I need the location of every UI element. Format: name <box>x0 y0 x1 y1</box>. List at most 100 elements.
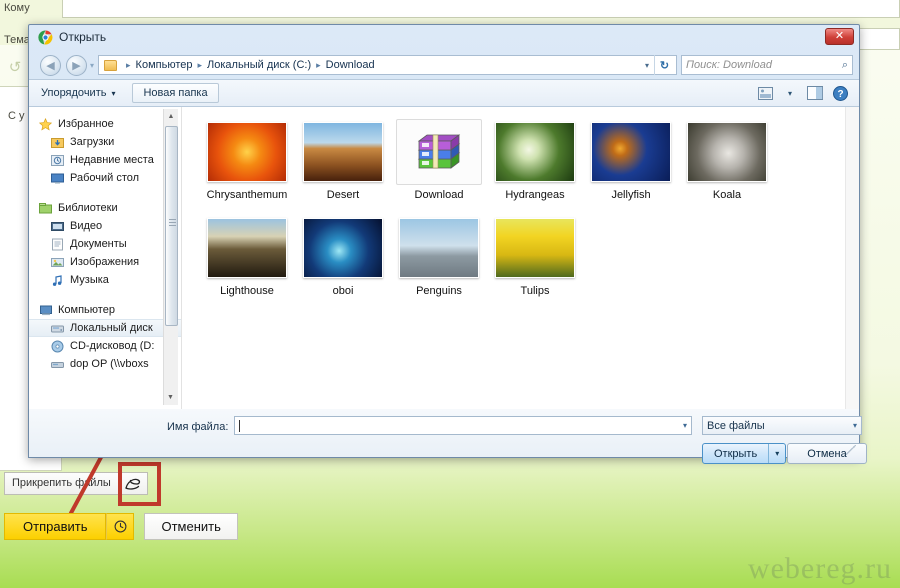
breadcrumb-item-download[interactable]: Download <box>326 59 375 71</box>
file-item[interactable]: Download <box>391 119 487 201</box>
file-item[interactable]: Tulips <box>487 215 583 297</box>
file-thumbnail-wrap[interactable] <box>588 119 674 185</box>
file-thumbnail-wrap[interactable] <box>300 119 386 185</box>
chevron-down-icon[interactable]: ▾ <box>90 61 94 70</box>
file-thumbnail-wrap[interactable] <box>492 119 578 185</box>
sidebar-item-documents[interactable]: Документы <box>29 235 181 253</box>
file-thumbnail-wrap[interactable] <box>396 119 482 185</box>
scroll-up-icon[interactable]: ▲ <box>164 109 178 124</box>
file-thumbnail-wrap[interactable] <box>204 119 290 185</box>
sidebar-item-local-disk[interactable]: Локальный диск <box>29 319 181 337</box>
open-button[interactable]: Открыть ▾ <box>702 443 787 464</box>
music-icon <box>52 274 62 286</box>
sidebar-label: Компьютер <box>58 304 115 316</box>
undo-arrow-icon[interactable]: ↺ <box>6 60 24 76</box>
sidebar-item-video[interactable]: Видео <box>29 217 181 235</box>
sidebar-item-downloads[interactable]: Загрузки <box>29 133 181 151</box>
file-name: Desert <box>326 189 360 201</box>
refresh-icon[interactable]: ↻ <box>654 55 674 75</box>
file-thumbnail-wrap[interactable] <box>300 215 386 281</box>
file-name: oboi <box>332 285 354 297</box>
file-thumbnail-chrysanthemum <box>207 122 287 182</box>
file-thumbnail-lighthouse <box>207 218 287 278</box>
close-icon[interactable]: ✕ <box>825 28 854 45</box>
file-item[interactable]: Desert <box>295 119 391 201</box>
search-input[interactable]: Поиск: Download ⌕ <box>681 55 853 75</box>
sidebar-item-favorites[interactable]: Избранное <box>29 115 181 133</box>
send-button[interactable]: Отправить <box>4 513 107 540</box>
help-icon[interactable]: ? <box>829 83 851 103</box>
filename-input[interactable]: ▾ <box>234 416 692 435</box>
file-item[interactable]: Chrysanthemum <box>199 119 295 201</box>
dialog-titlebar[interactable]: Открыть ✕ <box>29 25 859 51</box>
file-list-pane: Chrysanthemum Desert Download Hydrangeas… <box>181 107 859 409</box>
file-grid: Chrysanthemum Desert Download Hydrangeas… <box>199 119 859 311</box>
hdd-icon <box>51 325 64 332</box>
file-pane-scrollbar[interactable] <box>845 107 859 409</box>
breadcrumb-dropdown-icon[interactable]: ▾ <box>645 61 654 70</box>
preview-pane-icon[interactable] <box>804 83 826 103</box>
breadcrumb-item-local-disk[interactable]: Локальный диск (C:) <box>207 59 311 71</box>
sidebar-item-libraries[interactable]: Библиотеки <box>29 199 181 217</box>
sidebar-label: Видео <box>70 220 103 232</box>
site-watermark: webereg.ru <box>747 552 892 585</box>
sidebar-label: Библиотеки <box>58 202 118 214</box>
sidebar-label: Загрузки <box>70 136 115 148</box>
sidebar-item-pictures[interactable]: Изображения <box>29 253 181 271</box>
sidebar-item-network-drive[interactable]: dop OP (\\vboxs <box>29 355 181 373</box>
file-thumbnail-penguins <box>399 218 479 278</box>
file-thumbnail-wrap[interactable] <box>396 215 482 281</box>
to-field-label: Кому <box>4 2 30 14</box>
open-label: Открыть <box>714 447 758 460</box>
file-item[interactable]: Hydrangeas <box>487 119 583 201</box>
network-drive-icon <box>51 361 64 368</box>
dialog-content: Избранное Загрузки Недавние места Рабочи… <box>29 107 859 409</box>
sidebar-label: Музыка <box>70 274 109 286</box>
resize-grip[interactable] <box>846 445 856 455</box>
sidebar-item-music[interactable]: Музыка <box>29 271 181 289</box>
chevron-down-icon[interactable]: ▾ <box>779 83 801 103</box>
view-mode-icon[interactable] <box>754 83 776 103</box>
sidebar-item-cd-drive[interactable]: CD-дисковод (D: <box>29 337 181 355</box>
back-arrow-icon[interactable]: ◀ <box>40 54 61 76</box>
sidebar-item-computer[interactable]: Компьютер <box>29 301 181 319</box>
file-name: Penguins <box>416 285 462 297</box>
file-thumbnail-wrap[interactable] <box>492 215 578 281</box>
file-item[interactable]: Koala <box>679 119 775 201</box>
sidebar-label: Рабочий стол <box>70 172 140 184</box>
to-field-input[interactable] <box>62 0 900 18</box>
chevron-down-icon[interactable]: ▾ <box>683 421 691 430</box>
breadcrumb-item-computer[interactable]: Компьютер <box>136 59 193 71</box>
file-item[interactable]: Penguins <box>391 215 487 297</box>
file-thumbnail-oboi <box>303 218 383 278</box>
magnifier-icon: ⌕ <box>841 58 848 71</box>
scroll-down-icon[interactable]: ▼ <box>164 390 177 405</box>
sidebar-item-desktop[interactable]: Рабочий стол <box>29 169 181 187</box>
scrollbar-grip <box>169 219 176 226</box>
chevron-down-icon[interactable]: ▾ <box>769 449 785 458</box>
new-folder-button[interactable]: Новая папка <box>132 83 219 103</box>
file-item[interactable]: oboi <box>295 215 391 297</box>
breadcrumb[interactable]: ▸ Компьютер ▸ Локальный диск (C:) ▸ Down… <box>98 55 677 75</box>
sidebar-scrollbar[interactable]: ▲ ▼ <box>163 109 178 405</box>
folder-icon <box>104 59 118 71</box>
file-item[interactable]: Lighthouse <box>199 215 295 297</box>
scrollbar-thumb[interactable] <box>165 126 178 326</box>
breadcrumb-separator: ▸ <box>197 59 203 70</box>
chrome-icon <box>38 30 53 45</box>
search-placeholder: Поиск: Download <box>686 59 772 71</box>
file-item[interactable]: Jellyfish <box>583 119 679 201</box>
cancel-mail-button[interactable]: Отменить <box>144 513 238 540</box>
file-thumbnail-wrap[interactable] <box>684 119 770 185</box>
file-thumbnail-wrap[interactable] <box>204 215 290 281</box>
clock-icon[interactable] <box>106 513 135 540</box>
forward-arrow-icon[interactable]: ▶ <box>66 54 87 76</box>
sidebar-item-recent-places[interactable]: Недавние места <box>29 151 181 169</box>
breadcrumb-separator: ▸ <box>316 59 321 70</box>
filename-label: Имя файла: <box>167 421 229 433</box>
organize-menu[interactable]: Упорядочить ▾ <box>34 84 122 102</box>
open-file-dialog: Открыть ✕ ◀ ▶ ▾ ▸ Компьютер ▸ Локальный … <box>28 24 867 464</box>
file-type-filter[interactable]: Все файлы ▾ <box>702 416 862 435</box>
file-name: Tulips <box>520 285 550 297</box>
file-name: Hydrangeas <box>505 189 565 201</box>
